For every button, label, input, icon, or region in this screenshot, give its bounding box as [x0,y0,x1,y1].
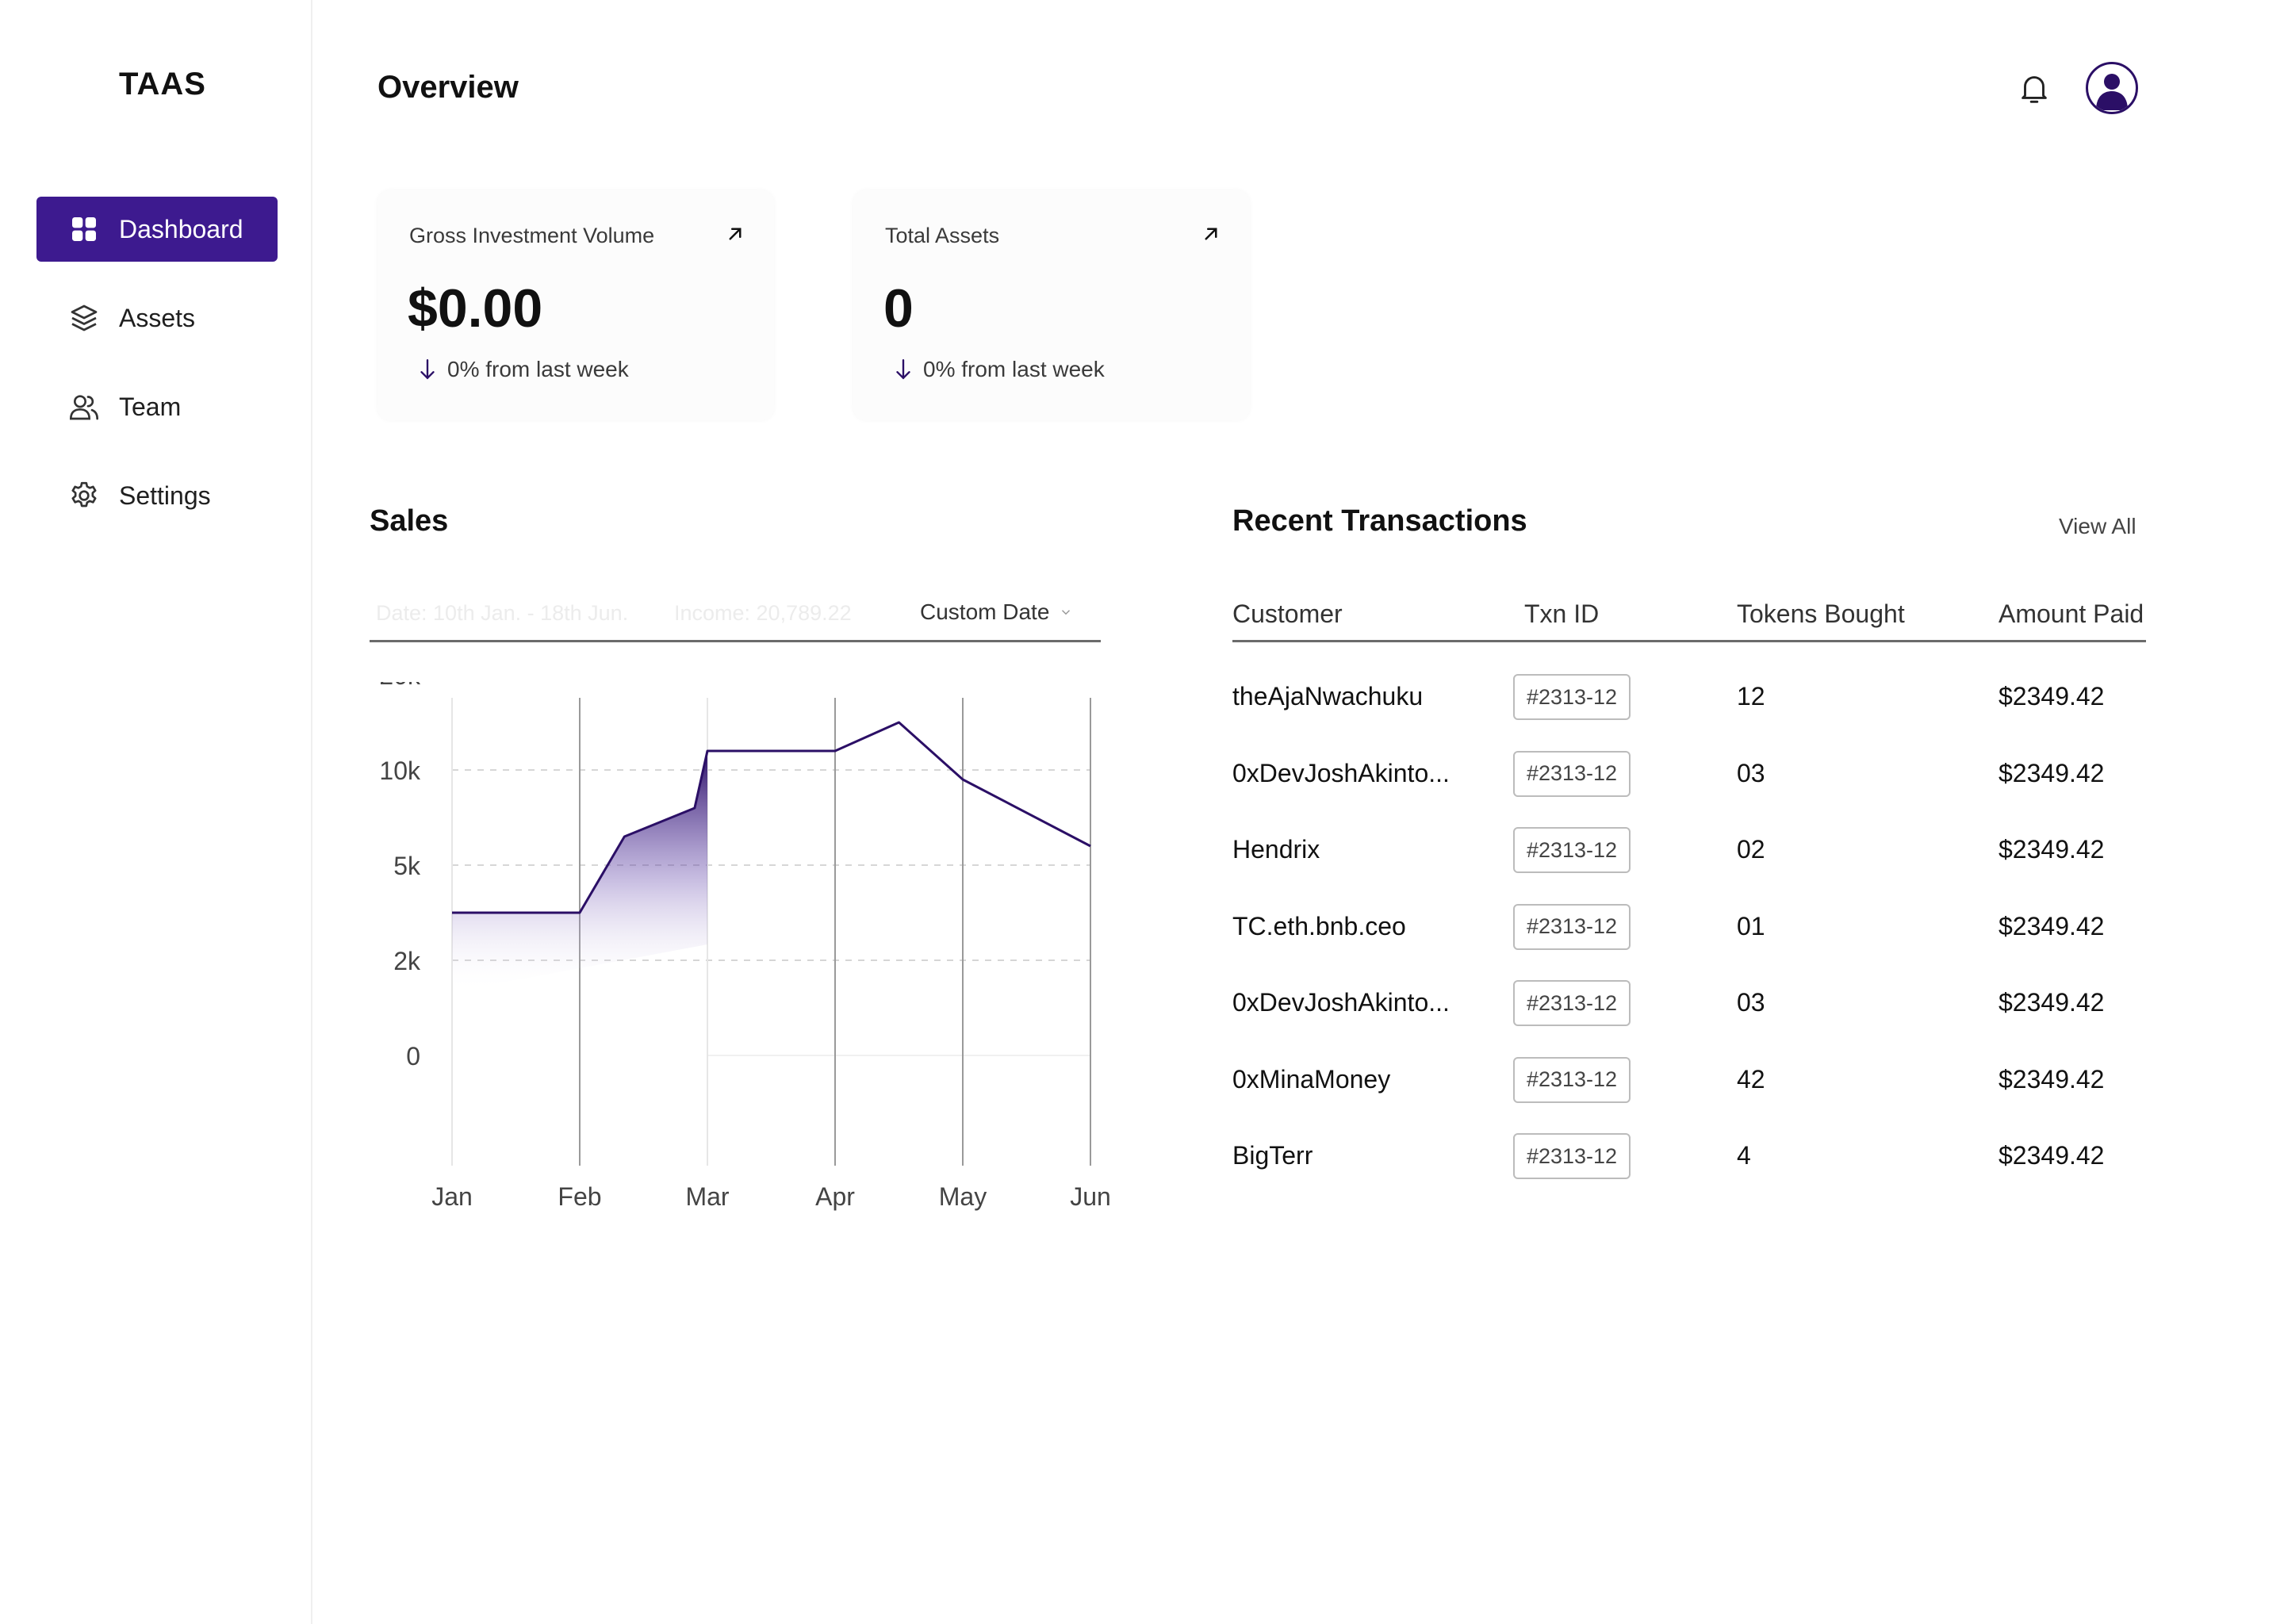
sales-filter-bar: Date: 10th Jan. - 18th Jun. Income: 20,7… [370,587,1101,642]
transactions-table-body: theAjaNwachuku #2313-12 12 $2349.42 0xDevJos… [1232,674,2146,1210]
card-change-text: 0% from last week [447,357,629,381]
table-row[interactable]: 0xMinaMoney #2313-12 42 $2349.42 [1232,1056,2146,1134]
txn-id-badge[interactable]: #2313-12 [1513,903,1631,950]
txn-id-badge[interactable]: #2313-12 [1513,827,1631,873]
sales-line [452,721,1091,914]
txn-id-badge[interactable]: #2313-12 [1513,1056,1631,1103]
custom-date-dropdown[interactable]: Custom Date [920,599,1073,625]
tokens-cell: 03 [1737,988,1765,1017]
txn-id-badge[interactable]: #2313-12 [1513,674,1631,720]
tokens-cell: 4 [1737,1141,1751,1170]
x-tick-label: May [939,1182,987,1211]
date-range-label: Date: 10th Jan. - 18th Jun. [376,601,629,625]
amount-cell: $2349.42 [1998,988,2105,1017]
column-header-tokens: Tokens Bought [1737,599,1905,628]
gear-icon [68,480,100,511]
arrow-up-right-icon[interactable] [1199,222,1223,246]
sales-title: Sales [370,504,449,538]
card-label: Total Assets [885,224,1000,247]
transactions-table-header: Customer Txn ID Tokens Bought Amount Pai… [1232,593,2146,642]
sidebar-nav: Dashboard Assets Team Settings [36,197,278,552]
page-title: Overview [377,70,519,105]
amount-cell: $2349.42 [1998,1064,2105,1094]
card-label: Gross Investment Volume [409,224,655,247]
tokens-cell: 02 [1737,835,1765,864]
table-row[interactable]: BigTerr #2313-12 4 $2349.42 [1232,1133,2146,1210]
layers-icon [68,302,100,334]
y-tick-label: 0 [406,1042,420,1071]
tokens-cell: 01 [1737,911,1765,940]
customer-cell: 0xMinaMoney [1232,1064,1391,1094]
column-header-txn-id: Txn ID [1524,599,1600,628]
card-value: 0 [883,278,914,339]
amount-cell: $2349.42 [1998,911,2105,940]
table-row[interactable]: 0xDevJoshAkinto... #2313-12 03 $2349.42 [1232,750,2146,828]
arrow-down-icon [896,359,910,380]
y-tick-label: 5k [393,852,421,880]
y-tick-label: 20k [379,682,421,690]
table-row[interactable]: theAjaNwachuku #2313-12 12 $2349.42 [1232,674,2146,751]
transactions-title: Recent Transactions [1232,504,1527,538]
chevron-down-icon [1062,610,1071,615]
txn-id-badge[interactable]: #2313-12 [1513,750,1631,797]
amount-cell: $2349.42 [1998,758,2105,787]
app-logo: TAAS [119,67,206,102]
column-header-amount: Amount Paid [1998,599,2144,628]
sidebar-item-team[interactable]: Team [36,374,278,439]
sidebar-item-label: Assets [119,303,196,332]
card-change: 0% from last week [417,357,629,382]
sidebar-item-assets[interactable]: Assets [36,285,278,350]
x-tick-label: Feb [558,1182,601,1211]
sidebar: TAAS Dashboard Assets Team Settings [0,0,312,1624]
table-row[interactable]: Hendrix #2313-12 02 $2349.42 [1232,827,2146,904]
amount-cell: $2349.42 [1998,835,2105,864]
table-row[interactable]: TC.eth.bnb.ceo #2313-12 01 $2349.42 [1232,903,2146,981]
x-tick-label: Apr [815,1182,855,1211]
stat-card-gross-investment: Gross Investment Volume $0.00 0% from la… [377,190,774,420]
txn-id-badge[interactable]: #2313-12 [1513,1133,1631,1179]
sidebar-item-settings[interactable]: Settings [36,463,278,528]
customer-cell: 0xDevJoshAkinto... [1232,988,1450,1017]
y-tick-label: 2k [393,947,421,975]
sidebar-item-label: Dashboard [119,214,243,243]
card-value: $0.00 [408,278,543,339]
tokens-cell: 42 [1737,1064,1765,1094]
tokens-cell: 03 [1737,758,1765,787]
column-header-customer: Customer [1232,599,1343,628]
arrow-up-right-icon[interactable] [723,222,747,246]
card-change: 0% from last week [893,357,1105,382]
customer-cell: theAjaNwachuku [1232,682,1424,710]
view-all-link[interactable]: View All [2059,514,2136,539]
x-tick-label: Jun [1070,1182,1111,1211]
table-row[interactable]: 0xDevJoshAkinto... #2313-12 03 $2349.42 [1232,980,2146,1057]
stat-card-total-assets: Total Assets 0 0% from last week [853,190,1250,420]
tokens-cell: 12 [1737,682,1765,710]
grid-icon [68,213,100,245]
txn-id-badge[interactable]: #2313-12 [1513,980,1631,1026]
customer-cell: BigTerr [1232,1141,1313,1170]
x-tick-label: Mar [685,1182,729,1211]
sidebar-item-dashboard[interactable]: Dashboard [36,197,278,262]
user-avatar-icon[interactable] [2086,62,2138,114]
arrow-down-icon [420,359,435,380]
sales-chart: 20k 10k 5k 2k 0 Jan Feb Mar Apr May Jun [379,682,1111,1211]
customer-cell: 0xDevJoshAkinto... [1232,758,1450,787]
sidebar-item-label: Settings [119,481,211,510]
income-label: Income: 20,789.22 [674,601,852,625]
y-tick-label: 10k [379,756,421,785]
customer-cell: TC.eth.bnb.ceo [1232,911,1406,940]
amount-cell: $2349.42 [1998,1141,2105,1170]
bell-icon[interactable] [2016,70,2052,106]
users-icon [68,391,100,423]
sidebar-item-label: Team [119,392,182,421]
amount-cell: $2349.42 [1998,682,2105,710]
customer-cell: Hendrix [1232,835,1320,864]
x-tick-label: Jan [431,1182,473,1211]
card-change-text: 0% from last week [923,357,1105,381]
custom-date-label: Custom Date [920,599,1050,624]
